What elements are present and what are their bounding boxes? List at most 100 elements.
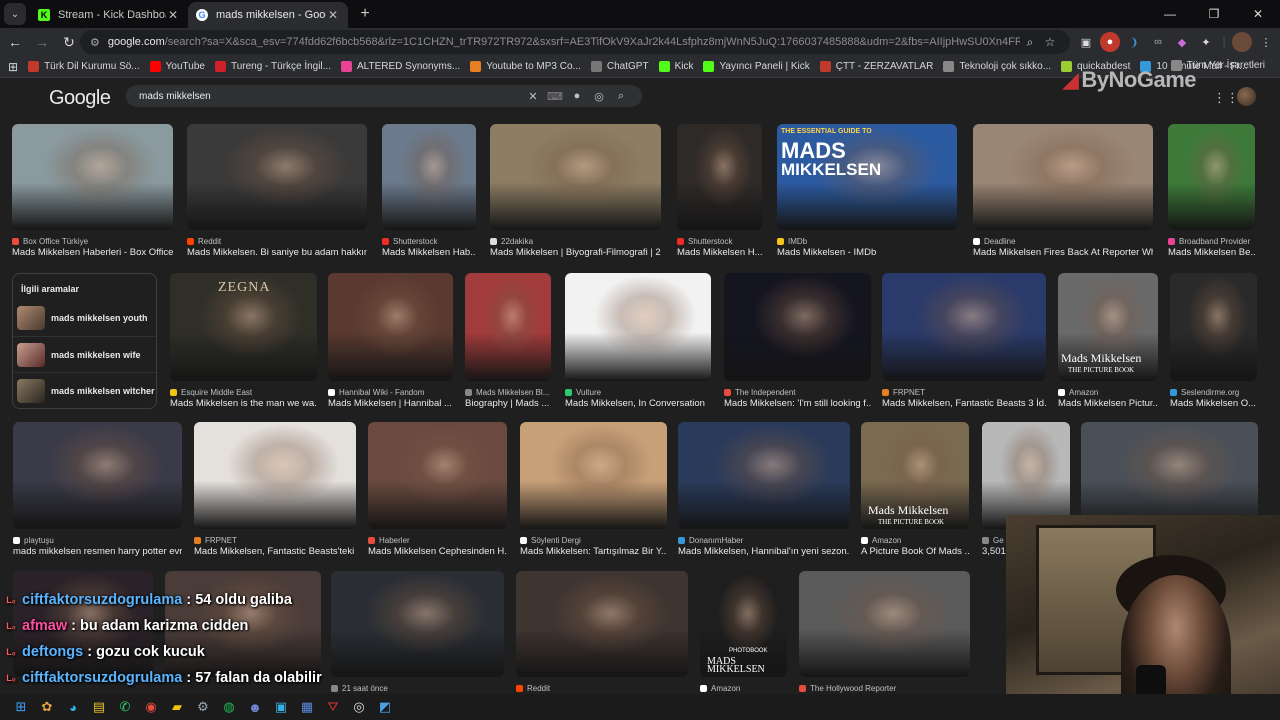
edge-icon[interactable]: ◕ bbox=[60, 696, 86, 718]
result-source[interactable]: Box Office Türkiye bbox=[12, 237, 88, 246]
result-thumbnail[interactable] bbox=[490, 124, 661, 230]
result-source[interactable]: Broadband Provider bbox=[1168, 237, 1250, 246]
result-thumbnail[interactable] bbox=[465, 273, 551, 381]
site-info-icon[interactable]: ⚙ bbox=[90, 36, 100, 49]
image-result[interactable]: Haberler Mads Mikkelsen Cephesinden H... bbox=[368, 422, 507, 559]
result-title[interactable]: Mads Mikkelsen Haberleri - Box Office... bbox=[12, 247, 173, 258]
bookmark-item[interactable]: ChatGPT bbox=[586, 61, 654, 72]
result-source[interactable]: Vulture bbox=[565, 388, 601, 397]
result-thumbnail[interactable] bbox=[973, 124, 1153, 230]
related-search-item[interactable]: mads mikkelsen youth bbox=[13, 300, 156, 336]
result-thumbnail[interactable] bbox=[982, 422, 1070, 529]
result-thumbnail[interactable] bbox=[331, 571, 504, 677]
result-title[interactable]: Mads Mikkelsen Pictur... bbox=[1058, 398, 1158, 409]
image-result[interactable]: The Hollywood Reporter bbox=[799, 571, 970, 707]
app-icon[interactable]: ▦ bbox=[294, 696, 320, 718]
apps-grid-icon[interactable]: ⊞ bbox=[0, 60, 23, 74]
image-result[interactable]: DonanımHaber Mads Mikkelsen, Hannibal'ın … bbox=[678, 422, 850, 559]
result-title[interactable]: Mads Mikkelsen Hab... bbox=[382, 247, 476, 258]
image-result[interactable]: Deadline Mads Mikkelsen Fires Back At Rep… bbox=[973, 124, 1153, 260]
back-button[interactable]: ← bbox=[3, 30, 27, 54]
bookmark-item[interactable]: ALTERED Synonyms... bbox=[336, 61, 465, 72]
result-thumbnail[interactable] bbox=[882, 273, 1046, 381]
search-input[interactable]: mads mikkelsen bbox=[139, 91, 522, 102]
result-thumbnail[interactable] bbox=[194, 422, 356, 529]
result-source[interactable]: 21 saat önce bbox=[331, 684, 388, 693]
result-thumbnail[interactable] bbox=[677, 124, 762, 230]
result-source[interactable]: IMDb bbox=[777, 237, 807, 246]
result-source[interactable]: playtuşu bbox=[13, 536, 54, 545]
result-source[interactable]: The Hollywood Reporter bbox=[799, 684, 896, 693]
search-icon[interactable]: ⌕ bbox=[1020, 35, 1040, 50]
result-source[interactable]: Seslendirme.org bbox=[1170, 388, 1239, 397]
result-title[interactable]: Mads Mikkelsen: Tartışılmaz Bir Y... bbox=[520, 546, 667, 557]
microphone-icon[interactable]: ● bbox=[566, 90, 588, 102]
extension-icon[interactable]: ▣ bbox=[1076, 32, 1096, 52]
result-source[interactable]: Shutterstock bbox=[677, 237, 732, 246]
notes-icon[interactable]: ▤ bbox=[86, 696, 112, 718]
image-result[interactable]: Amazon Mads Mikkelsen Pictur... bbox=[1058, 273, 1158, 411]
result-thumbnail[interactable] bbox=[678, 422, 850, 529]
result-source[interactable]: Shutterstock bbox=[382, 237, 437, 246]
result-title[interactable]: Mads Mikkelsen Fires Back At Reporter Wh… bbox=[973, 247, 1153, 258]
result-title[interactable]: Mads Mikkelsen, In Conversation bbox=[565, 398, 711, 409]
image-result[interactable]: Vulture Mads Mikkelsen, In Conversation bbox=[565, 273, 711, 411]
bookmark-star-icon[interactable]: ☆ bbox=[1040, 35, 1060, 49]
image-result[interactable]: FRPNET Mads Mikkelsen, Fantastic Beasts 3… bbox=[882, 273, 1046, 411]
google-account-avatar[interactable] bbox=[1237, 87, 1256, 106]
new-tab-button[interactable]: + bbox=[354, 3, 376, 25]
result-source[interactable]: 22dakika bbox=[490, 237, 533, 246]
result-thumbnail[interactable] bbox=[516, 571, 688, 677]
result-title[interactable]: Mads Mikkelsen. Bi saniye bu adam hakkın… bbox=[187, 247, 367, 258]
result-thumbnail[interactable] bbox=[799, 571, 970, 677]
address-bar[interactable]: ⚙ google.com/search?sa=X&sca_esv=774fdd6… bbox=[80, 30, 1070, 54]
result-source[interactable]: Deadline bbox=[973, 237, 1016, 246]
result-thumbnail[interactable] bbox=[12, 124, 173, 230]
app-icon[interactable]: ◩ bbox=[372, 696, 398, 718]
windows-start-icon[interactable]: ⊞ bbox=[8, 696, 34, 718]
result-title[interactable]: mads mikkelsen resmen harry potter evr..… bbox=[13, 546, 182, 557]
result-title[interactable]: Mads Mikkelsen | Biyografi-Filmografi | … bbox=[490, 247, 661, 258]
extension-icon[interactable]: ◆ bbox=[1172, 32, 1192, 52]
bookmark-item[interactable]: Yayıncı Paneli | Kick bbox=[698, 61, 814, 72]
image-result[interactable]: Box Office Türkiye Mads Mikkelsen Haberle… bbox=[12, 124, 173, 260]
result-title[interactable]: Mads Mikkelsen - IMDb bbox=[777, 247, 957, 258]
extension-icon[interactable]: ∞ bbox=[1148, 32, 1168, 52]
result-source[interactable]: Hannibal Wiki - Fandom bbox=[328, 388, 424, 397]
pdf-icon[interactable]: ⛛ bbox=[320, 696, 346, 718]
image-result[interactable]: The Independent Mads Mikkelsen: 'I'm stil… bbox=[724, 273, 871, 411]
result-title[interactable]: Mads Mikkelsen is the man we wa... bbox=[170, 398, 317, 409]
file-explorer-icon[interactable]: ▰ bbox=[164, 696, 190, 718]
image-result[interactable]: playtuşu mads mikkelsen resmen harry pott… bbox=[13, 422, 182, 559]
result-thumbnail[interactable] bbox=[13, 422, 182, 529]
related-search-item[interactable]: mads mikkelsen witcher bbox=[13, 372, 156, 408]
reload-button[interactable]: ↻ bbox=[57, 30, 81, 54]
clear-icon[interactable]: ✕ bbox=[522, 90, 544, 103]
image-result[interactable]: Shutterstock Mads Mikkelsen Hab... bbox=[382, 124, 476, 260]
result-source[interactable]: FRPNET bbox=[194, 536, 237, 545]
result-source[interactable]: Amazon bbox=[861, 536, 901, 545]
image-result[interactable]: Reddit Mads Mikkelsen. Bi saniye bu adam … bbox=[187, 124, 367, 260]
image-result[interactable]: 22dakika Mads Mikkelsen | Biyografi-Filmo… bbox=[490, 124, 661, 260]
result-thumbnail[interactable] bbox=[368, 422, 507, 529]
minimize-button[interactable]: — bbox=[1148, 0, 1192, 28]
extension-icon[interactable]: ● bbox=[1100, 32, 1120, 52]
copilot-icon[interactable]: ✿ bbox=[34, 696, 60, 718]
whatsapp-icon[interactable]: ✆ bbox=[112, 696, 138, 718]
chrome-icon[interactable]: ◉ bbox=[138, 696, 164, 718]
tab-search-button[interactable]: ⌄ bbox=[4, 3, 26, 25]
keyboard-icon[interactable]: ⌨ bbox=[544, 90, 566, 103]
bookmark-item[interactable]: YouTube bbox=[145, 61, 210, 72]
result-title[interactable]: Biography | Mads ... bbox=[465, 398, 551, 409]
puzzle-icon[interactable]: ✦ bbox=[1196, 32, 1216, 52]
image-result[interactable]: Mads Mikkelsen Bl... Biography | Mads ... bbox=[465, 273, 551, 411]
result-thumbnail[interactable] bbox=[1170, 273, 1257, 381]
result-thumbnail[interactable] bbox=[382, 124, 476, 230]
image-result[interactable]: Shutterstock Mads Mikkelsen H... bbox=[677, 124, 762, 260]
steam-icon[interactable]: ⚙ bbox=[190, 696, 216, 718]
search-box[interactable]: mads mikkelsen ✕ ⌨ ● ◎ ⌕ bbox=[126, 85, 642, 107]
spotify-icon[interactable]: ◍ bbox=[216, 696, 242, 718]
result-title[interactable]: A Picture Book Of Mads ... bbox=[861, 546, 969, 557]
image-result[interactable]: Seslendirme.org Mads Mikkelsen O... bbox=[1170, 273, 1257, 411]
image-result[interactable]: Broadband Provider Mads Mikkelsen Be... bbox=[1168, 124, 1255, 260]
